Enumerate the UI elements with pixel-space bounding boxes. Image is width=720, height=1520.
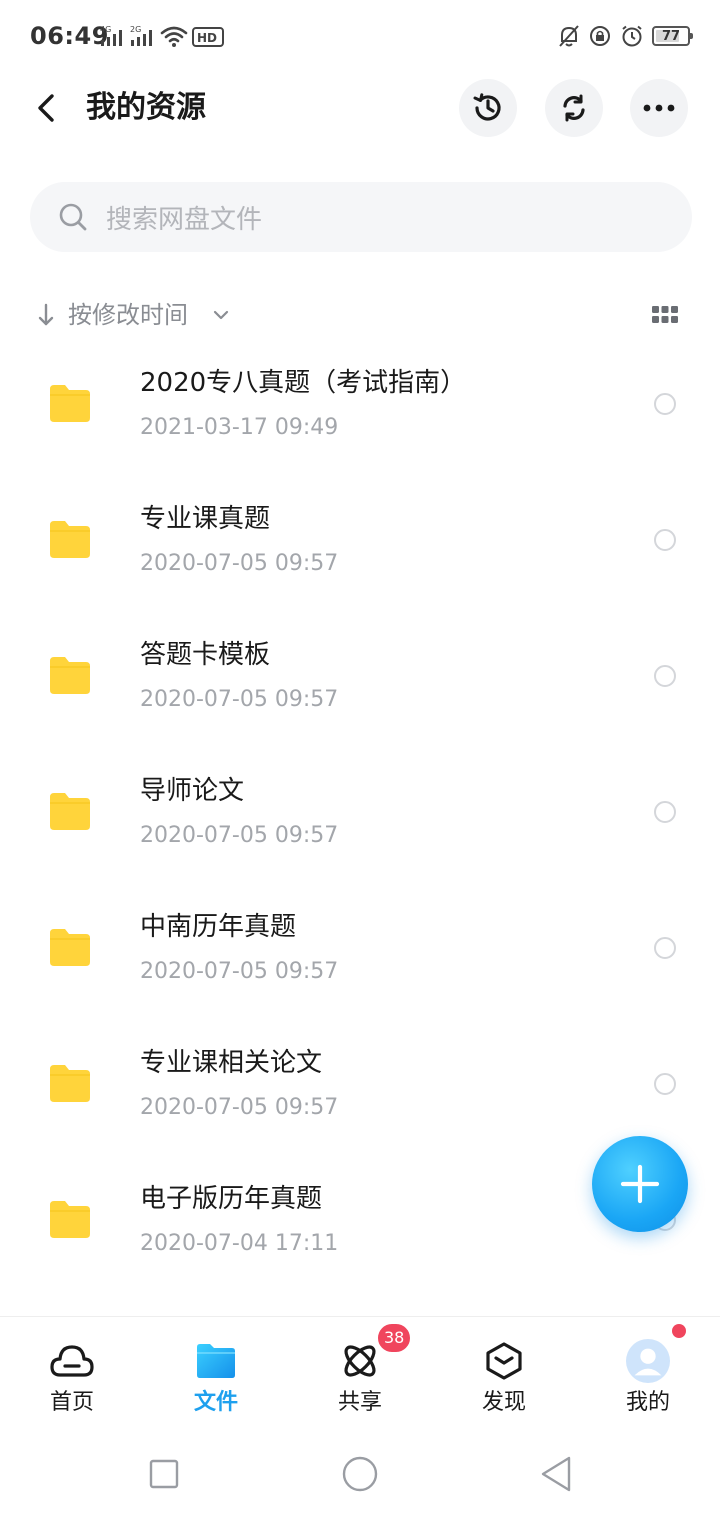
svg-text:4G: 4G	[100, 25, 111, 34]
file-date: 2020-07-04 17:11	[140, 1231, 339, 1256]
folder-icon	[50, 929, 90, 966]
file-name: 答题卡模板	[140, 640, 271, 670]
recents-button[interactable]	[144, 1454, 184, 1494]
more-button[interactable]	[630, 79, 688, 137]
search-icon	[58, 202, 88, 232]
folder-icon	[50, 385, 90, 422]
select-checkbox[interactable]	[654, 393, 676, 415]
svg-text:2G: 2G	[130, 25, 141, 34]
plus-icon	[620, 1164, 660, 1204]
status-time: 06:49	[30, 22, 109, 50]
file-name: 导师论文	[140, 776, 245, 806]
battery-icon: 77	[652, 26, 693, 46]
circle-icon	[342, 1456, 378, 1492]
folder-icon	[50, 1201, 90, 1238]
list-item[interactable]: 专业课真题 2020-07-05 09:57	[0, 476, 720, 612]
folder-icon	[50, 521, 90, 558]
chevron-down-icon	[213, 310, 229, 320]
square-icon	[149, 1459, 179, 1489]
sync-icon	[563, 94, 585, 122]
add-button[interactable]	[592, 1136, 688, 1232]
list-item[interactable]: 答题卡模板 2020-07-05 09:57	[0, 612, 720, 748]
triangle-back-icon	[541, 1456, 571, 1492]
file-name: 专业课真题	[140, 504, 271, 534]
list-item[interactable]: 导师论文 2020-07-05 09:57	[0, 748, 720, 884]
rotation-lock-icon	[590, 26, 610, 46]
tab-label: 共享	[337, 1390, 382, 1415]
header: 我的资源	[0, 76, 720, 140]
tab-label: 发现	[481, 1390, 526, 1415]
select-checkbox[interactable]	[654, 1073, 676, 1095]
folder-icon	[50, 793, 90, 830]
alarm-icon	[622, 25, 642, 47]
tab-bar: 首页 文件 共享 发现 我的	[0, 1316, 720, 1426]
tab-label: 我的	[625, 1390, 670, 1415]
system-nav-bar	[0, 1426, 720, 1520]
cube-icon	[482, 1341, 526, 1381]
mute-bell-icon	[559, 25, 579, 47]
share-count-badge: 38	[376, 1322, 413, 1354]
more-icon	[643, 104, 675, 112]
signal-2g-icon: 2G	[130, 25, 152, 46]
folder-icon	[50, 657, 90, 694]
arrow-down-icon	[38, 303, 54, 326]
file-date: 2020-07-05 09:57	[140, 1095, 339, 1120]
grid-view-icon[interactable]	[652, 304, 678, 326]
history-button[interactable]	[459, 79, 517, 137]
file-date: 2020-07-05 09:57	[140, 823, 339, 848]
select-checkbox[interactable]	[654, 801, 676, 823]
notification-dot	[672, 1324, 686, 1338]
home-button[interactable]	[340, 1454, 380, 1494]
back-nav-button[interactable]	[536, 1454, 576, 1494]
file-date: 2021-03-17 09:49	[140, 415, 339, 440]
battery-text: 77	[661, 28, 681, 44]
atom-icon	[338, 1341, 382, 1381]
tab-discover[interactable]: 发现	[432, 1317, 576, 1427]
select-checkbox[interactable]	[654, 937, 676, 959]
file-date: 2020-07-05 09:57	[140, 959, 339, 984]
select-checkbox[interactable]	[654, 529, 676, 551]
file-name: 2020专八真题（考试指南）	[140, 368, 467, 398]
status-bar: 06:49 4G 2G HD 77	[0, 0, 720, 76]
tab-label: 文件	[193, 1390, 238, 1415]
list-item[interactable]: 专业课相关论文 2020-07-05 09:57	[0, 1020, 720, 1156]
tab-mine[interactable]: 我的	[576, 1317, 720, 1427]
history-icon	[473, 93, 501, 121]
tab-home[interactable]: 首页	[0, 1317, 144, 1427]
cloud-icon	[50, 1341, 94, 1381]
tab-files[interactable]: 文件	[144, 1317, 288, 1427]
chevron-left-icon	[38, 94, 54, 122]
page-title: 我的资源	[86, 90, 206, 125]
wifi-icon	[160, 26, 188, 47]
sort-bar: 按修改时间	[0, 290, 720, 340]
signal-4g-icon: 4G	[100, 25, 122, 46]
folder-icon	[194, 1341, 238, 1381]
file-name: 专业课相关论文	[140, 1048, 323, 1078]
tab-label: 首页	[49, 1390, 94, 1415]
back-button[interactable]	[26, 88, 66, 128]
svg-text:HD: HD	[197, 31, 217, 45]
status-right-icons: 77	[558, 22, 693, 50]
select-checkbox[interactable]	[654, 665, 676, 687]
search-placeholder: 搜索网盘文件	[106, 204, 263, 235]
list-item[interactable]: 2020专八真题（考试指南） 2021-03-17 09:49	[0, 340, 720, 476]
list-item[interactable]: 中南历年真题 2020-07-05 09:57	[0, 884, 720, 1020]
file-name: 电子版历年真题	[140, 1184, 323, 1214]
avatar-icon	[626, 1339, 670, 1383]
file-name: 中南历年真题	[140, 912, 297, 942]
sort-dropdown[interactable]: 按修改时间	[68, 298, 188, 332]
file-date: 2020-07-05 09:57	[140, 687, 339, 712]
folder-icon	[50, 1065, 90, 1102]
hd-icon: HD	[192, 27, 224, 47]
status-left-icons: 4G 2G HD	[100, 22, 224, 50]
sync-button[interactable]	[545, 79, 603, 137]
file-date: 2020-07-05 09:57	[140, 551, 339, 576]
search-input[interactable]: 搜索网盘文件	[30, 182, 692, 252]
